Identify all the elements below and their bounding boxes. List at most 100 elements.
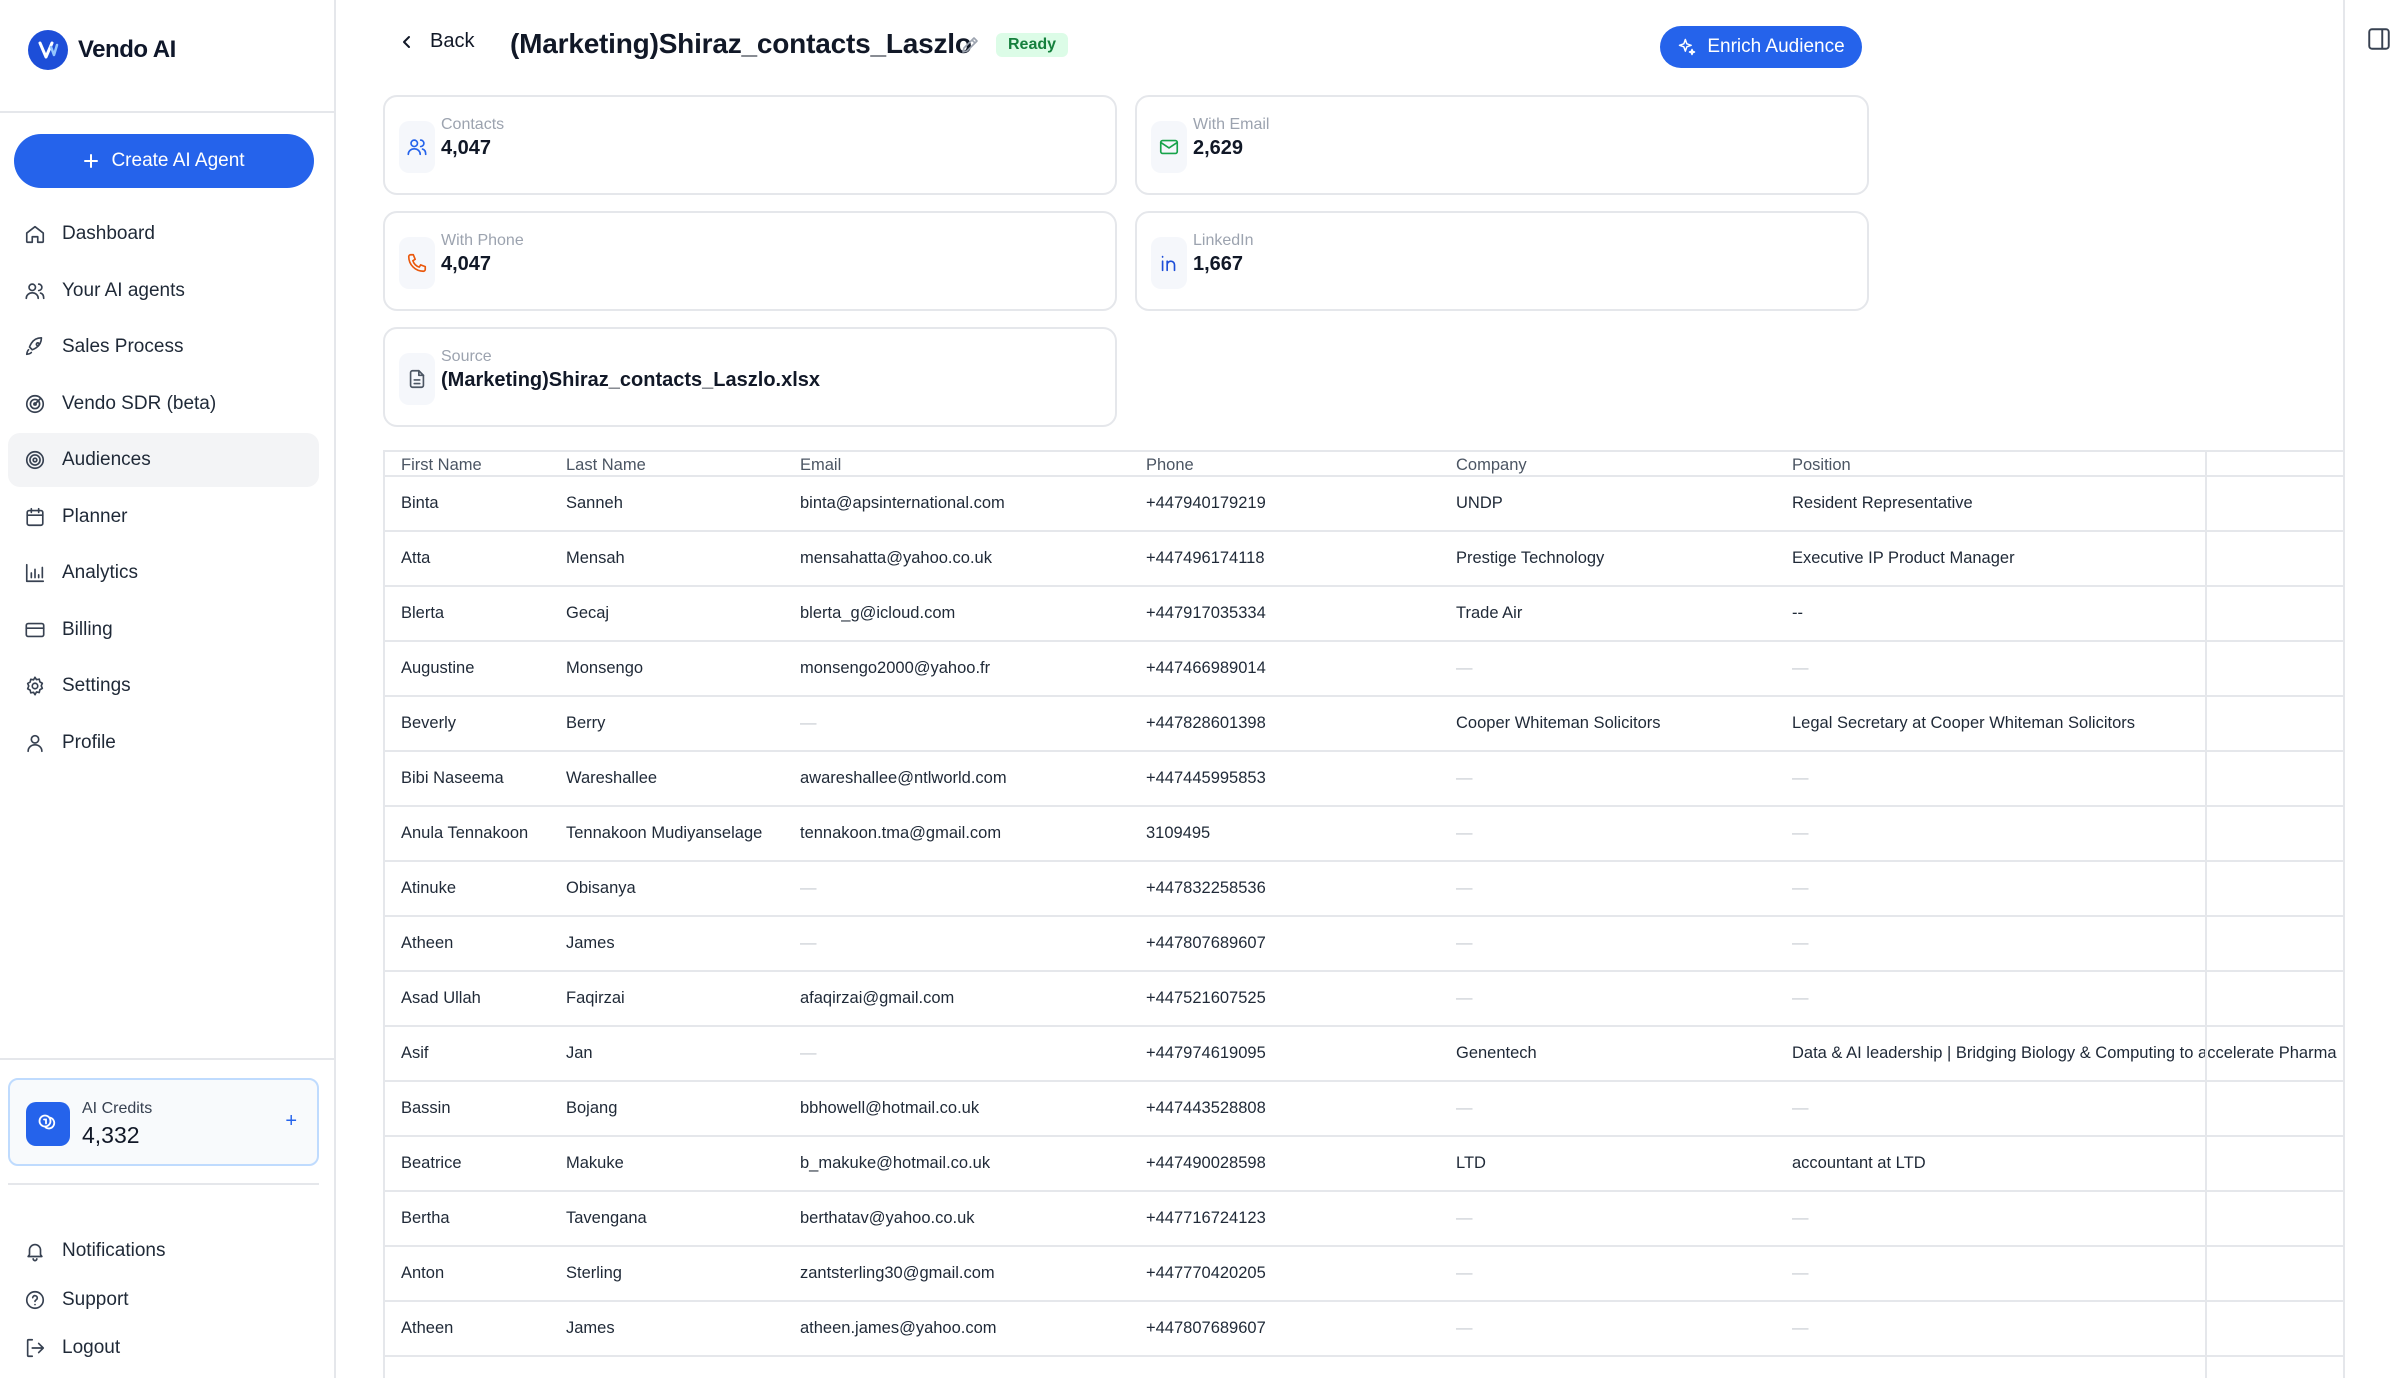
table-row[interactable]: Anton Sterling zantsterling30@gmail.com +44… — [385, 1246, 2344, 1302]
table-row[interactable]: Anula Tennakoon Tennakoon Mudiyanselage te… — [385, 806, 2344, 862]
brand[interactable]: Vendo AI — [28, 30, 176, 70]
email-cell: mensahatta@yahoo.co.uk — [784, 531, 1130, 587]
plus-icon — [84, 154, 99, 168]
table-row[interactable]: Beverly Berry — +447828601398 Cooper Whitema… — [385, 696, 2344, 752]
table-row[interactable]: Asad Ullah Faqirzai afaqirzai@gmail.com +44… — [385, 971, 2344, 1027]
position-cell: — — [1776, 1301, 2344, 1357]
table-row[interactable]: Augustine Monsengo monsengo2000@yahoo.fr +4… — [385, 641, 2344, 697]
source-stat-card: Source (Marketing)Shiraz_contacts_Laszlo… — [383, 327, 1117, 427]
sidebar-item-label: Planner — [62, 505, 128, 527]
logout-icon — [24, 1337, 46, 1359]
sidebar-item-audiences[interactable]: Audiences — [8, 433, 319, 487]
first-name-cell: Asif — [385, 1026, 550, 1082]
sidebar-item-settings[interactable]: Settings — [8, 659, 319, 713]
target-icon — [24, 449, 46, 471]
enrich-audience-button[interactable]: Enrich Audience — [1660, 26, 1862, 68]
company-cell: LTD — [1440, 1136, 1776, 1192]
column-header-position[interactable]: Position — [1776, 452, 2344, 477]
sidebar-item-sales-process[interactable]: Sales Process — [8, 320, 319, 374]
calendar-icon — [24, 506, 46, 528]
panel-toggle-icon[interactable] — [2366, 26, 2392, 57]
table-row[interactable]: Beatrice Makuke b_makuke@hotmail.co.uk +447… — [385, 1136, 2344, 1192]
table-header-row: First Name Last Name Email Phone Company… — [385, 452, 2344, 477]
sidebar-item-label: Audiences — [62, 449, 151, 470]
table-row[interactable]: Atta Mensah mensahatta@yahoo.co.uk +4474961… — [385, 531, 2344, 587]
stat-value: 4,047 — [441, 137, 492, 159]
sidebar-item-ai-agents[interactable]: Your AI agents — [8, 264, 319, 318]
stat-value: 4,047 — [441, 253, 492, 275]
sidebar-item-planner[interactable]: Planner — [8, 490, 319, 544]
sparkles-icon — [1679, 38, 1696, 56]
column-header-phone[interactable]: Phone — [1130, 452, 1440, 477]
sidebar-item-logout[interactable]: Logout — [8, 1324, 319, 1373]
sidebar-item-dashboard[interactable]: Dashboard — [8, 207, 319, 261]
bar-chart-icon — [24, 562, 46, 584]
email-cell: — — [784, 1026, 1130, 1082]
last-name-cell: Mensah — [550, 531, 784, 587]
add-credits-icon[interactable]: + — [285, 1110, 297, 1133]
column-header-first-name[interactable]: First Name — [385, 452, 550, 477]
column-header-email[interactable]: Email — [784, 452, 1130, 477]
table-row[interactable]: Bertha Tavengana berthatav@yahoo.co.uk +447… — [385, 1191, 2344, 1247]
linkedin-icon — [1151, 237, 1187, 289]
first-name-cell: Atheen — [385, 916, 550, 972]
table-row[interactable]: Blerta Gecaj blerta_g@icloud.com +447917035… — [385, 586, 2344, 642]
pencil-icon[interactable] — [960, 35, 980, 60]
bottom-nav: Notifications Support Logout — [8, 1227, 319, 1373]
contacts-table[interactable]: First Name Last Name Email Phone Company… — [383, 450, 2344, 1378]
table-row[interactable]: Asif Jan — +447974619095 Genentech Data & AI … — [385, 1026, 2344, 1082]
ai-credits-card[interactable]: AI Credits 4,332 + — [8, 1078, 319, 1166]
company-cell: — — [1440, 641, 1776, 697]
credits-value: 4,332 — [82, 1122, 140, 1148]
phone-cell: +447466989014 — [1130, 641, 1440, 697]
table-row[interactable]: Atheen James atheen.james@yahoo.com +447807… — [385, 1301, 2344, 1357]
phone-cell: +447940179219 — [1130, 476, 1440, 532]
sidebar-item-analytics[interactable]: Analytics — [8, 546, 319, 600]
credits-label: AI Credits — [82, 1100, 153, 1117]
stat-label: LinkedIn — [1193, 232, 1254, 249]
last-name-cell: James — [550, 916, 784, 972]
position-cell: — — [1776, 1246, 2344, 1302]
column-header-company[interactable]: Company — [1440, 452, 1776, 477]
create-ai-agent-button[interactable]: Create AI Agent — [14, 134, 314, 188]
first-name-cell: Atheen — [385, 1301, 550, 1357]
sidebar-item-notifications[interactable]: Notifications — [8, 1227, 319, 1276]
email-cell: afaqirzai@gmail.com — [784, 971, 1130, 1027]
sidebar-item-label: Dashboard — [62, 223, 155, 244]
company-cell: UNDP — [1440, 476, 1776, 532]
position-cell: accountant at LTD — [1776, 1136, 2344, 1192]
last-name-cell: Tavengana — [550, 1191, 784, 1247]
table-row[interactable]: Bassin Bojang bbhowell@hotmail.co.uk +44744… — [385, 1081, 2344, 1137]
email-cell: monsengo2000@yahoo.fr — [784, 641, 1130, 697]
phone-cell: +447828601398 — [1130, 696, 1440, 752]
main-nav: Dashboard Your AI agents Sales Process V… — [8, 207, 319, 772]
position-cell: — — [1776, 751, 2344, 807]
divider — [8, 1183, 319, 1185]
last-name-cell: Sterling — [550, 1246, 784, 1302]
sidebar-item-profile[interactable]: Profile — [8, 716, 319, 770]
phone-cell: +447443528808 — [1130, 1081, 1440, 1137]
stat-label: With Phone — [441, 232, 524, 249]
rocket-icon — [24, 336, 46, 358]
phone-cell: +447445995853 — [1130, 751, 1440, 807]
sidebar-item-vendo-sdr[interactable]: Vendo SDR (beta) — [8, 377, 319, 431]
column-header-last-name[interactable]: Last Name — [550, 452, 784, 477]
company-cell: — — [1440, 1246, 1776, 1302]
back-label: Back — [430, 30, 475, 52]
users-icon — [399, 121, 435, 173]
phone-cell: +447974619095 — [1130, 1026, 1440, 1082]
sidebar-item-billing[interactable]: Billing — [8, 603, 319, 657]
back-button[interactable]: Back — [400, 30, 474, 53]
table-row[interactable]: Binta Sanneh binta@apsinternational.com +44… — [385, 476, 2344, 532]
sidebar-item-support[interactable]: Support — [8, 1276, 319, 1325]
table-row[interactable]: Atinuke Obisanya — +447832258536— — — [385, 861, 2344, 917]
table-row[interactable]: Atheen James — +447807689607— — — [385, 916, 2344, 972]
phone-cell: +447490028598 — [1130, 1136, 1440, 1192]
gear-icon — [24, 675, 46, 697]
company-cell: — — [1440, 861, 1776, 917]
email-cell: — — [784, 696, 1130, 752]
company-cell: Prestige Technology — [1440, 531, 1776, 587]
vendo-logo-icon — [28, 30, 68, 70]
table-row[interactable]: Bibi Naseema Wareshallee awareshallee@ntlw… — [385, 751, 2344, 807]
first-name-cell: Beatrice — [385, 1136, 550, 1192]
